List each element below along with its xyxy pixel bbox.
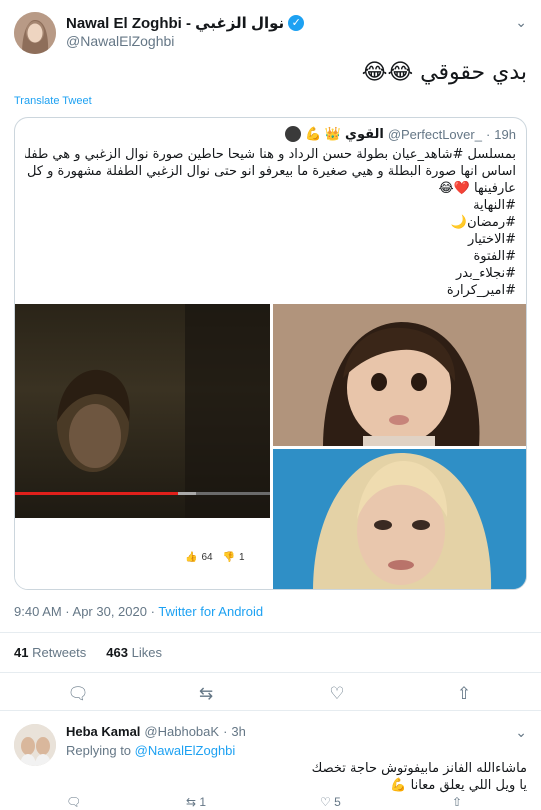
author-avatar[interactable]	[14, 12, 56, 54]
quoted-author-handle: @PerfectLover_	[387, 126, 482, 142]
quoted-author-name: القوي	[345, 126, 384, 142]
video-progress-buffer	[178, 492, 197, 495]
hashtag: #رمضان🌙	[450, 215, 516, 230]
tweet-text: بدي حقوقي 😂😂	[361, 60, 527, 85]
quoted-time: 19h	[494, 126, 516, 142]
quoted-badges: 💪 👑	[305, 126, 342, 141]
chevron-down-icon[interactable]: ⌄	[515, 14, 527, 31]
hashtag: #امير_كرارة	[446, 283, 516, 298]
video-dislikes[interactable]: 👎 1	[223, 552, 245, 563]
quoted-text: بمسلسل #شاهد_عيان بطولة حسن الرداد و هنا…	[25, 146, 516, 299]
share-icon[interactable]: ⇧	[452, 682, 476, 706]
retweet-icon[interactable]: ⇆ 1	[186, 795, 206, 809]
video-likes[interactable]: 👍 64	[185, 552, 213, 563]
retweet-icon[interactable]: ⇆	[194, 682, 218, 706]
adult-photo[interactable]	[273, 449, 526, 589]
like-icon[interactable]: ♡ 5	[320, 795, 341, 809]
reply-line: يا ويل اللي يعلق معانا 💪	[390, 778, 527, 793]
quoted-line: عارفينها ❤️😂	[438, 181, 516, 196]
chevron-down-icon[interactable]: ⌄	[515, 724, 527, 741]
tweet-timestamp[interactable]: 9:40 AM · Apr 30, 2020	[14, 604, 147, 619]
child-photo[interactable]	[273, 304, 526, 446]
author-handle[interactable]: @NawalElZoghbi	[66, 33, 174, 49]
verified-icon: ✓	[288, 15, 305, 31]
tweet-source[interactable]: Twitter for Android	[158, 604, 263, 619]
video-likes-count: 64	[201, 552, 213, 563]
video-progress-fill	[15, 492, 179, 495]
reply-time[interactable]: 3h	[231, 724, 245, 739]
share-icon[interactable]: ⇧	[452, 795, 462, 809]
quoted-tweet[interactable]: 💪 👑 القوي @PerfectLover_ · 19h بمسلسل #ش…	[14, 117, 527, 590]
reply-actions: 🗨 ⇆ 1 ♡ 5 ⇧	[0, 795, 541, 810]
divider	[0, 672, 541, 673]
retweets-count[interactable]: 41 Retweets	[14, 645, 86, 660]
replying-to-handle[interactable]: @NawalElZoghbi	[135, 743, 236, 758]
quoted-avatar	[285, 126, 302, 142]
video-frame[interactable]	[15, 304, 270, 518]
replying-to: Replying to @NawalElZoghbi	[66, 743, 236, 758]
author-name-row[interactable]: Nawal El Zoghbi - نوال الزغبي ✓	[66, 14, 305, 32]
media-grid: 👍 64 👎 1	[15, 304, 526, 589]
hashtag: #الفتوة	[473, 249, 517, 264]
reply-avatar[interactable]	[14, 724, 56, 766]
thumbs-down-icon: 👎	[222, 552, 236, 563]
tweet-meta: 9:40 AM · Apr 30, 2020 · Twitter for And…	[14, 604, 264, 619]
reply-tweet[interactable]: Heba Kamal @HabhobaK · 3h ⌄ Replying to …	[0, 712, 541, 810]
quoted-tweet-header: 💪 👑 القوي @PerfectLover_ · 19h	[285, 126, 516, 142]
translate-tweet-link[interactable]: Translate Tweet	[14, 95, 92, 107]
reply-line: ماشاءالله الفانز مابيفوتوش حاجة تخصك	[311, 761, 527, 776]
reply-icon[interactable]: 🗨	[66, 795, 81, 809]
reply-icon[interactable]: 🗨	[66, 682, 90, 706]
video-dislikes-count: 1	[239, 552, 245, 563]
hashtag: #الاختيار	[467, 232, 516, 247]
thumbs-up-icon: 👍	[185, 552, 198, 563]
video-stats: 👍 64 👎 1	[185, 552, 245, 563]
tweet-counts: 41 Retweets 463 Likes	[14, 645, 162, 660]
video-thumbnail[interactable]: 👍 64 👎 1	[15, 304, 270, 589]
reply-author-name[interactable]: Heba Kamal	[66, 724, 140, 739]
divider	[0, 632, 541, 633]
reply-author[interactable]: Heba Kamal @HabhobaK · 3h	[66, 724, 246, 739]
hashtag: #النهاية	[473, 198, 516, 213]
divider	[0, 710, 541, 711]
like-icon[interactable]: ♡	[325, 682, 349, 706]
quoted-line: بمسلسل #شاهد_عيان بطولة حسن الرداد و هنا…	[25, 147, 516, 162]
reply-author-handle[interactable]: @HabhobaK	[144, 724, 219, 739]
author-name[interactable]: Nawal El Zoghbi - نوال الزغبي	[66, 14, 284, 32]
hashtag: #نجلاء_بدر	[456, 266, 516, 281]
tweet-actions: 🗨 ⇆ ♡ ⇧	[0, 682, 541, 706]
tweet-header: Nawal El Zoghbi - نوال الزغبي ✓ @NawalEl…	[0, 0, 541, 62]
likes-count[interactable]: 463 Likes	[106, 645, 162, 660]
reply-text: ماشاءالله الفانز مابيفوتوش حاجة تخصك يا …	[312, 760, 527, 794]
video-progress-track[interactable]	[15, 492, 270, 495]
quoted-line: اساس انها صورة البطلة و هيي صغيرة ما بيع…	[25, 164, 516, 179]
